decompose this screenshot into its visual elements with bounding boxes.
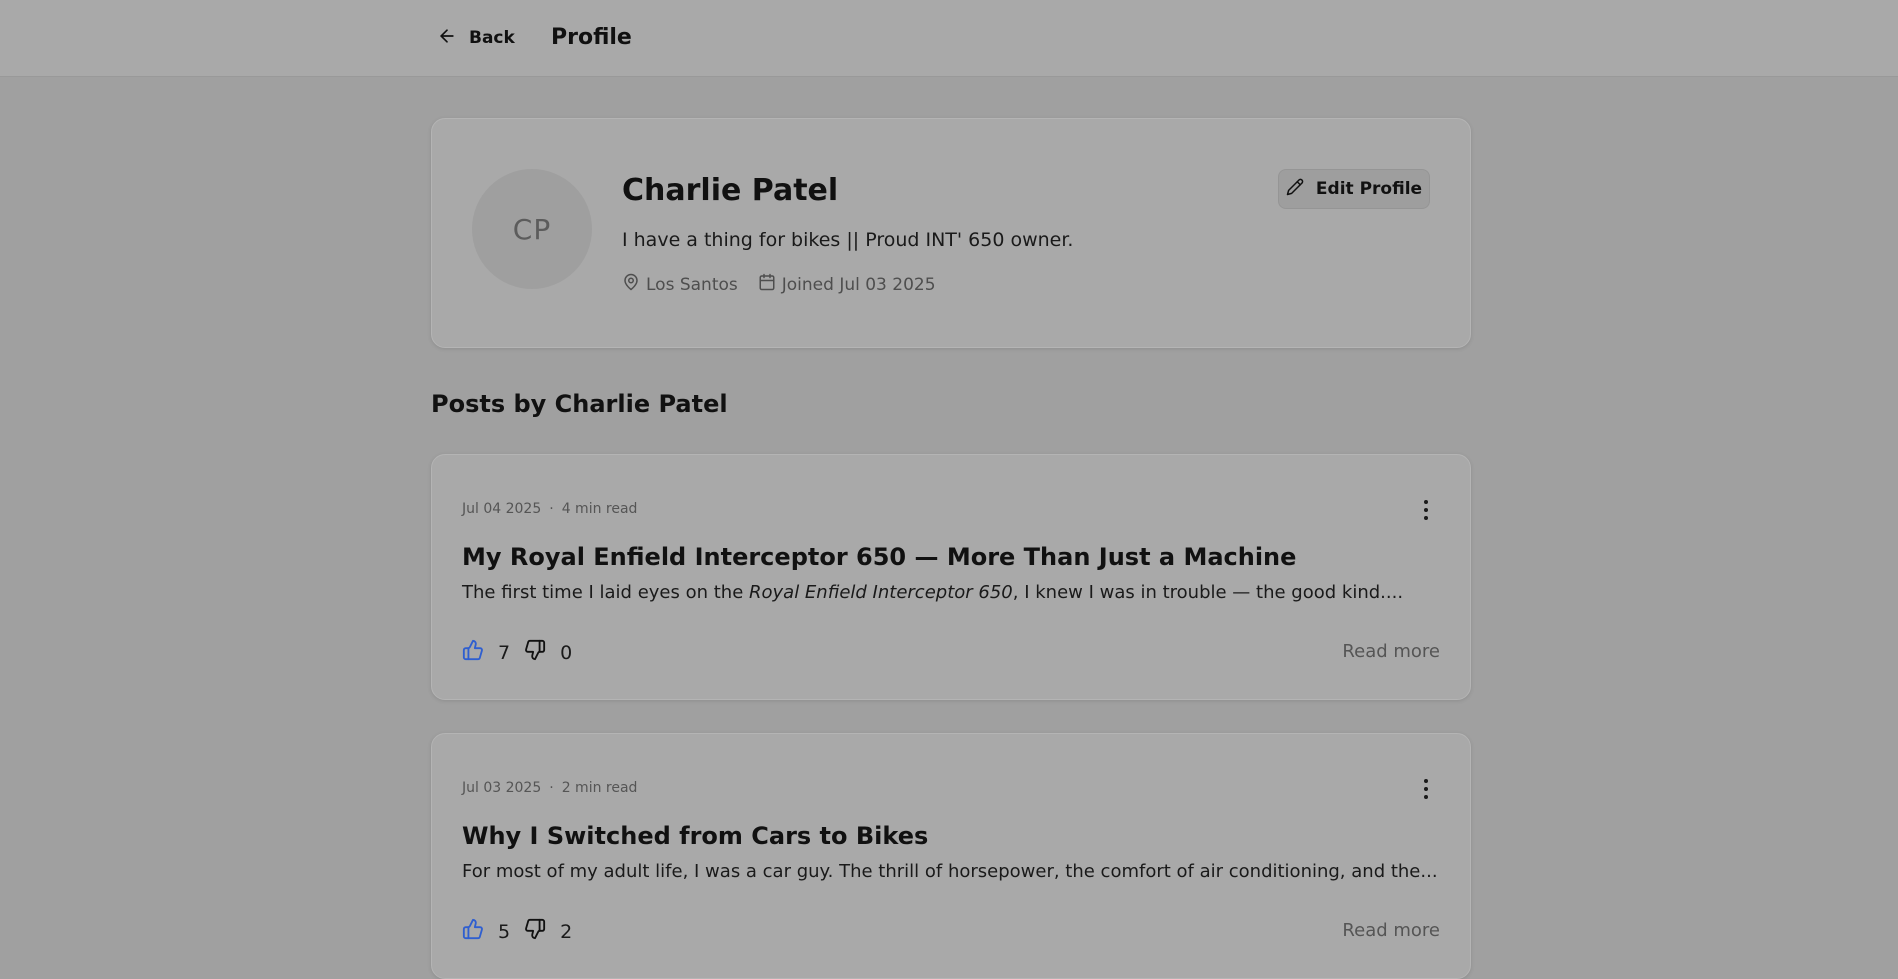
top-bar: Back Profile bbox=[0, 0, 1898, 77]
edit-profile-button[interactable]: Edit Profile bbox=[1278, 169, 1430, 209]
pencil-icon bbox=[1286, 178, 1304, 200]
profile-meta: Los Santos Joined Jul 03 2025 bbox=[622, 273, 936, 296]
edit-profile-label: Edit Profile bbox=[1315, 179, 1423, 199]
profile-name: Charlie Patel bbox=[622, 173, 839, 208]
post-meta: Jul 03 2025 · 2 min read bbox=[462, 780, 637, 796]
post-read-time: 2 min read bbox=[561, 780, 638, 796]
post-reactions: 7 0 bbox=[462, 639, 572, 666]
joined-text: Joined Jul 03 2025 bbox=[781, 274, 936, 295]
post-excerpt: The first time I laid eyes on the Royal … bbox=[462, 582, 1404, 603]
kebab-menu-icon[interactable] bbox=[1416, 495, 1436, 525]
kebab-menu-icon[interactable] bbox=[1416, 774, 1436, 804]
post-title[interactable]: Why I Switched from Cars to Bikes bbox=[462, 822, 928, 850]
like-button[interactable] bbox=[462, 639, 484, 666]
meta-separator: · bbox=[549, 780, 554, 796]
post-date: Jul 04 2025 bbox=[462, 501, 542, 517]
post-date: Jul 03 2025 bbox=[462, 780, 542, 796]
thumbs-up-icon bbox=[462, 918, 484, 945]
dislike-button[interactable] bbox=[524, 639, 546, 666]
like-count: 5 bbox=[498, 920, 511, 943]
location-meta: Los Santos bbox=[622, 273, 738, 296]
page-title: Profile bbox=[551, 25, 632, 50]
thumbs-down-icon bbox=[524, 639, 546, 666]
thumbs-down-icon bbox=[524, 918, 546, 945]
calendar-icon bbox=[758, 273, 776, 296]
posts-section-title: Posts by Charlie Patel bbox=[431, 390, 728, 418]
profile-bio: I have a thing for bikes || Proud INT' 6… bbox=[622, 229, 1074, 251]
post-title[interactable]: My Royal Enfield Interceptor 650 — More … bbox=[462, 543, 1296, 571]
back-label: Back bbox=[469, 28, 515, 48]
post-reactions: 5 2 bbox=[462, 918, 572, 945]
post-excerpt: For most of my adult life, I was a car g… bbox=[462, 861, 1438, 882]
post-meta: Jul 04 2025 · 4 min read bbox=[462, 501, 637, 517]
avatar: CP bbox=[472, 169, 592, 289]
post-card: Jul 03 2025 · 2 min read Why I Switched … bbox=[431, 733, 1471, 979]
thumbs-up-icon bbox=[462, 639, 484, 666]
location-text: Los Santos bbox=[646, 274, 738, 295]
dislike-count: 2 bbox=[560, 920, 573, 943]
profile-card: CP Charlie Patel I have a thing for bike… bbox=[431, 118, 1471, 348]
dislike-count: 0 bbox=[560, 641, 573, 664]
read-more-link[interactable]: Read more bbox=[1342, 641, 1440, 662]
arrow-left-icon bbox=[437, 26, 457, 50]
back-button[interactable]: Back bbox=[437, 22, 515, 54]
map-pin-icon bbox=[622, 273, 640, 296]
like-count: 7 bbox=[498, 641, 511, 664]
dislike-button[interactable] bbox=[524, 918, 546, 945]
like-button[interactable] bbox=[462, 918, 484, 945]
meta-separator: · bbox=[549, 501, 554, 517]
post-read-time: 4 min read bbox=[561, 501, 638, 517]
joined-meta: Joined Jul 03 2025 bbox=[758, 273, 936, 296]
post-card: Jul 04 2025 · 4 min read My Royal Enfiel… bbox=[431, 454, 1471, 700]
read-more-link[interactable]: Read more bbox=[1342, 920, 1440, 941]
